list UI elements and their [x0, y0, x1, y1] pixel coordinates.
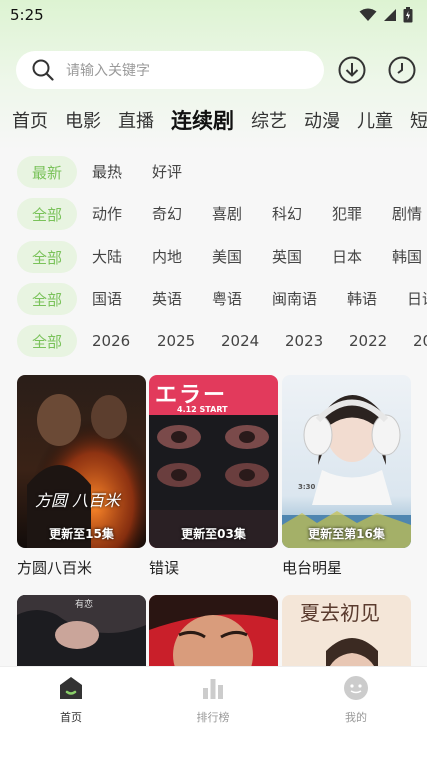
show-title[interactable]: 电台明星 [282, 557, 342, 578]
poster-text: 方圆 八百米 [35, 491, 121, 510]
nav-profile-label: 我的 [345, 711, 367, 724]
show-title[interactable]: 方圆八百米 [17, 557, 92, 578]
nav-ranking-label: 排行榜 [196, 711, 230, 724]
category-tabs: 首页 电影 直播 连续剧 综艺 动漫 儿童 短 [0, 100, 427, 140]
status-bar: 5:25 [0, 0, 427, 30]
tab-live[interactable]: 直播 [118, 107, 154, 133]
show-card[interactable]: エラー 4.12 START 更新至03集 [149, 375, 278, 548]
show-title[interactable]: 错误 [149, 557, 179, 578]
filter-option[interactable]: 粤语 [212, 282, 242, 316]
filter-option[interactable]: 喜剧 [212, 197, 242, 231]
episode-badge: 更新至第16集 [308, 527, 385, 541]
filter-option[interactable]: 韩语 [347, 282, 377, 316]
filter-option[interactable]: 科幻 [272, 197, 302, 231]
filter-option[interactable]: 好评 [152, 155, 182, 189]
filter-option[interactable]: 日语 [407, 282, 427, 316]
tab-movie[interactable]: 电影 [65, 107, 101, 133]
filter-row-genre: 全部 动作 奇幻 喜剧 科幻 犯罪 剧情 [0, 197, 427, 231]
bottom-nav: 首页 排行榜 我的 [0, 666, 427, 759]
filter-chip-genre-selected[interactable]: 全部 [17, 198, 77, 230]
filter-option[interactable]: 动作 [92, 197, 122, 231]
tab-anime[interactable]: 动漫 [304, 107, 340, 133]
filter-option[interactable]: 美国 [212, 240, 242, 274]
tab-series[interactable]: 连续剧 [171, 105, 234, 135]
poster-subtext: 4.12 START [177, 405, 228, 414]
filter-option[interactable]: 英语 [152, 282, 182, 316]
filter-option[interactable]: 英国 [272, 240, 302, 274]
filter-option[interactable]: 2026 [92, 324, 130, 358]
search-icon [32, 59, 54, 81]
filter-option[interactable]: 闽南语 [272, 282, 317, 316]
filter-chip-year-selected[interactable]: 全部 [17, 325, 77, 357]
show-card[interactable]: 3:30 更新至第16集 [282, 375, 411, 548]
battery-icon [403, 7, 413, 23]
filter-option[interactable]: 国语 [92, 282, 122, 316]
filter-option[interactable]: 韩国 [392, 240, 422, 274]
poster-text: 有恋 [75, 600, 94, 610]
search-row: 请输入关键字 [16, 50, 416, 90]
filter-row-language: 全部 国语 英语 粤语 闽南语 韩语 日语 [0, 282, 427, 316]
poster-text: 夏去初见 [300, 601, 380, 625]
search-input[interactable]: 请输入关键字 [16, 51, 324, 89]
filter-chip-region-selected[interactable]: 全部 [17, 241, 77, 273]
nav-home[interactable]: 首页 [31, 675, 111, 725]
episode-badge: 更新至03集 [181, 527, 246, 541]
filter-option[interactable]: 大陆 [92, 240, 122, 274]
filter-option[interactable]: 日本 [332, 240, 362, 274]
clock-icon [388, 56, 416, 84]
status-time: 5:25 [10, 6, 44, 24]
filter-option[interactable]: 2022 [349, 324, 387, 358]
search-placeholder: 请输入关键字 [66, 63, 150, 79]
tab-variety[interactable]: 综艺 [251, 107, 287, 133]
download-icon [338, 56, 366, 84]
filter-row-region: 全部 大陆 内地 美国 英国 日本 韩国 [0, 240, 427, 274]
show-card[interactable]: 方圆 八百米 更新至15集 [17, 375, 146, 548]
filter-option[interactable]: 2021 [413, 324, 427, 358]
filter-chip-sort-selected[interactable]: 最新 [17, 156, 77, 188]
filter-chip-language-selected[interactable]: 全部 [17, 283, 77, 315]
nav-ranking[interactable]: 排行榜 [173, 675, 253, 725]
tab-home[interactable]: 首页 [12, 107, 48, 133]
filter-option[interactable]: 2024 [221, 324, 259, 358]
filter-option[interactable]: 2023 [285, 324, 323, 358]
filter-option[interactable]: 剧情 [392, 197, 422, 231]
filter-row-sort: 最新 最热 好评 [0, 155, 427, 189]
show-poster [17, 375, 146, 548]
show-poster [282, 375, 411, 548]
download-button[interactable] [338, 56, 366, 84]
nav-home-label: 首页 [60, 711, 82, 724]
profile-icon [344, 676, 368, 700]
status-icons [359, 7, 413, 23]
nav-profile[interactable]: 我的 [316, 675, 396, 725]
filter-option[interactable]: 奇幻 [152, 197, 182, 231]
filter-row-year: 全部 2026 2025 2024 2023 2022 2021 [0, 324, 427, 358]
tab-kids[interactable]: 儿童 [357, 107, 393, 133]
filter-option[interactable]: 最热 [92, 155, 122, 189]
tab-short[interactable]: 短 [410, 107, 427, 133]
episode-badge: 更新至15集 [49, 527, 114, 541]
filter-option[interactable]: 内地 [152, 240, 182, 274]
filter-option[interactable]: 犯罪 [332, 197, 362, 231]
ranking-icon [203, 679, 223, 699]
poster-text: 3:30 [298, 483, 316, 491]
signal-icon [384, 9, 396, 21]
history-button[interactable] [388, 56, 416, 84]
wifi-icon [359, 8, 377, 21]
home-icon [60, 677, 82, 699]
filter-option[interactable]: 2025 [157, 324, 195, 358]
